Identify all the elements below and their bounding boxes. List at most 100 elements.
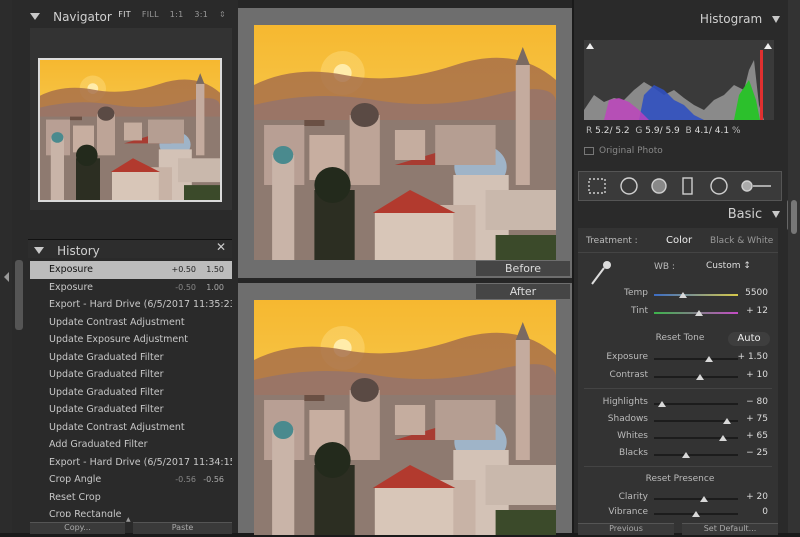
after-photo[interactable] xyxy=(254,300,556,535)
history-item[interactable]: Update Graduated Filter xyxy=(30,349,232,367)
percent-sign: % xyxy=(732,126,741,136)
history-header[interactable]: History ✕ xyxy=(28,239,232,258)
whites-value[interactable]: + 65 xyxy=(728,431,768,441)
paste-button[interactable]: Paste xyxy=(133,522,232,534)
tint-value[interactable]: + 12 xyxy=(728,306,768,316)
collapse-history-icon[interactable] xyxy=(34,247,44,254)
blacks-value[interactable]: − 25 xyxy=(728,448,768,458)
zoom-3-1[interactable]: 3:1 xyxy=(194,10,208,19)
r-value: 5.2/ 5.2 xyxy=(595,126,630,136)
history-item[interactable]: Export - Hard Drive (6/5/2017 11:34:15 .… xyxy=(30,454,232,472)
history-item[interactable]: Exposure -0.50 1.00 xyxy=(30,279,232,297)
whites-slider-thumb[interactable] xyxy=(718,435,727,441)
vibrance-slider-thumb[interactable] xyxy=(692,511,700,517)
highlights-slider-thumb[interactable] xyxy=(658,401,667,407)
history-item[interactable]: Update Contrast Adjustment xyxy=(30,419,232,437)
history-item[interactable]: Exposure +0.50 1.50 xyxy=(30,261,232,279)
left-panel-edge[interactable] xyxy=(0,0,12,533)
highlights-slider[interactable] xyxy=(654,403,738,405)
clarity-slider-thumb[interactable] xyxy=(700,496,709,502)
blacks-slider[interactable] xyxy=(654,454,738,456)
highlights-label: Highlights xyxy=(602,397,648,407)
zoom-fill[interactable]: FILL xyxy=(142,10,159,19)
history-item-label: Update Exposure Adjustment xyxy=(49,334,188,345)
red-eye-icon[interactable] xyxy=(651,178,667,194)
history-item[interactable]: Update Graduated Filter xyxy=(30,401,232,419)
right-panel-edge[interactable] xyxy=(788,0,800,533)
history-item[interactable]: Reset Crop xyxy=(30,489,232,507)
wb-preset-select[interactable]: Custom ↕ xyxy=(706,261,751,271)
zoom-stepper-icon[interactable]: ⇕ xyxy=(219,10,226,19)
copy-button[interactable]: Copy... xyxy=(30,522,125,534)
clarity-value[interactable]: + 20 xyxy=(728,492,768,502)
history-item[interactable]: Add Graduated Filter xyxy=(30,436,232,454)
history-item[interactable]: Export - Hard Drive (6/5/2017 11:35:23 .… xyxy=(30,296,232,314)
radial-filter-icon[interactable] xyxy=(710,177,728,195)
adjustment-brush-icon[interactable] xyxy=(741,180,753,192)
history-list: Exposure +0.50 1.50 Exposure -0.50 1.00 Export… xyxy=(30,261,232,517)
set-default-button[interactable]: Set Default... xyxy=(682,523,778,535)
history-item[interactable]: Update Exposure Adjustment xyxy=(30,331,232,349)
history-item[interactable]: Crop Rectangle xyxy=(30,506,232,517)
contrast-slider-thumb[interactable] xyxy=(696,374,705,380)
expand-icon[interactable]: ▲ xyxy=(126,516,131,523)
b-value: 4.1/ 4.1 xyxy=(694,126,730,136)
shadows-value[interactable]: + 75 xyxy=(728,414,768,424)
white-balance-eyedropper-icon[interactable] xyxy=(586,258,614,288)
highlights-value[interactable]: − 80 xyxy=(728,397,768,407)
exposure-slider-thumb[interactable] xyxy=(704,356,713,362)
spot-removal-icon[interactable] xyxy=(620,177,638,195)
history-item-label: Exposure xyxy=(49,281,93,293)
treatment-black-white[interactable]: Black & White xyxy=(710,236,773,246)
before-photo[interactable] xyxy=(254,25,556,260)
treatment-color[interactable]: Color xyxy=(666,235,692,246)
graduated-filter-icon[interactable] xyxy=(682,177,693,195)
original-photo-checkbox[interactable] xyxy=(584,146,594,155)
rgb-readout: R 5.2/ 5.2 G 5.9/ 5.9 B 4.1/ 4.1 % xyxy=(586,126,741,136)
previous-button[interactable]: Previous xyxy=(578,523,674,535)
crop-tool-icon[interactable] xyxy=(588,178,606,194)
collapse-histogram-icon[interactable] xyxy=(772,16,780,23)
left-scrollbar[interactable] xyxy=(15,260,23,330)
basic-header[interactable]: Basic xyxy=(728,207,780,222)
original-photo-toggle[interactable]: Original Photo xyxy=(584,146,663,156)
tint-slider-thumb[interactable] xyxy=(694,310,703,316)
history-item-label: Exposure xyxy=(49,264,93,275)
before-label: Before xyxy=(476,261,570,276)
zoom-fit[interactable]: FIT xyxy=(118,10,131,19)
clear-history-icon[interactable]: ✕ xyxy=(216,240,226,254)
highlight-clipping-icon[interactable] xyxy=(764,43,772,49)
reset-presence-button[interactable]: Reset Presence xyxy=(582,474,778,484)
history-item-delta: -0.56 xyxy=(175,475,196,484)
histogram-graph[interactable] xyxy=(584,40,774,120)
tint-label: Tint xyxy=(631,306,648,316)
exposure-slider[interactable] xyxy=(654,358,738,360)
navigator-thumbnail[interactable] xyxy=(38,58,222,202)
navigator-preview[interactable] xyxy=(30,28,232,210)
g-label: G xyxy=(635,126,643,136)
history-item[interactable]: Update Graduated Filter xyxy=(30,366,232,384)
history-item[interactable]: Update Graduated Filter xyxy=(30,384,232,402)
collapse-navigator-icon[interactable] xyxy=(30,13,40,20)
contrast-value[interactable]: + 10 xyxy=(728,370,768,380)
navigator-header[interactable]: Navigator FIT FILL 1:1 3:1 ⇕ xyxy=(30,6,234,28)
histogram-header[interactable]: Histogram xyxy=(700,12,780,26)
collapse-basic-icon[interactable] xyxy=(772,211,780,218)
exposure-value[interactable]: + 1.50 xyxy=(728,352,768,362)
shadows-label: Shadows xyxy=(607,414,648,424)
temp-value[interactable]: 5500 xyxy=(728,288,768,298)
zoom-1-1[interactable]: 1:1 xyxy=(170,10,184,19)
history-item-label: Update Graduated Filter xyxy=(49,386,164,398)
history-item[interactable]: Crop Angle -0.56 -0.56 xyxy=(30,471,232,489)
shadow-clipping-icon[interactable] xyxy=(586,43,594,49)
temp-slider-thumb[interactable] xyxy=(679,292,688,298)
vibrance-value[interactable]: 0 xyxy=(728,507,768,517)
blacks-slider-thumb[interactable] xyxy=(681,452,690,458)
temp-slider[interactable] xyxy=(654,294,738,296)
history-bottom-buttons: Copy... Paste ▲ xyxy=(30,516,232,534)
auto-tone-button[interactable]: Auto xyxy=(728,332,770,346)
history-item[interactable]: Update Contrast Adjustment xyxy=(30,314,232,332)
right-edge-scrollbar[interactable] xyxy=(791,200,797,234)
history-item-label: Reset Crop xyxy=(49,491,101,503)
clarity-slider[interactable] xyxy=(654,498,738,500)
